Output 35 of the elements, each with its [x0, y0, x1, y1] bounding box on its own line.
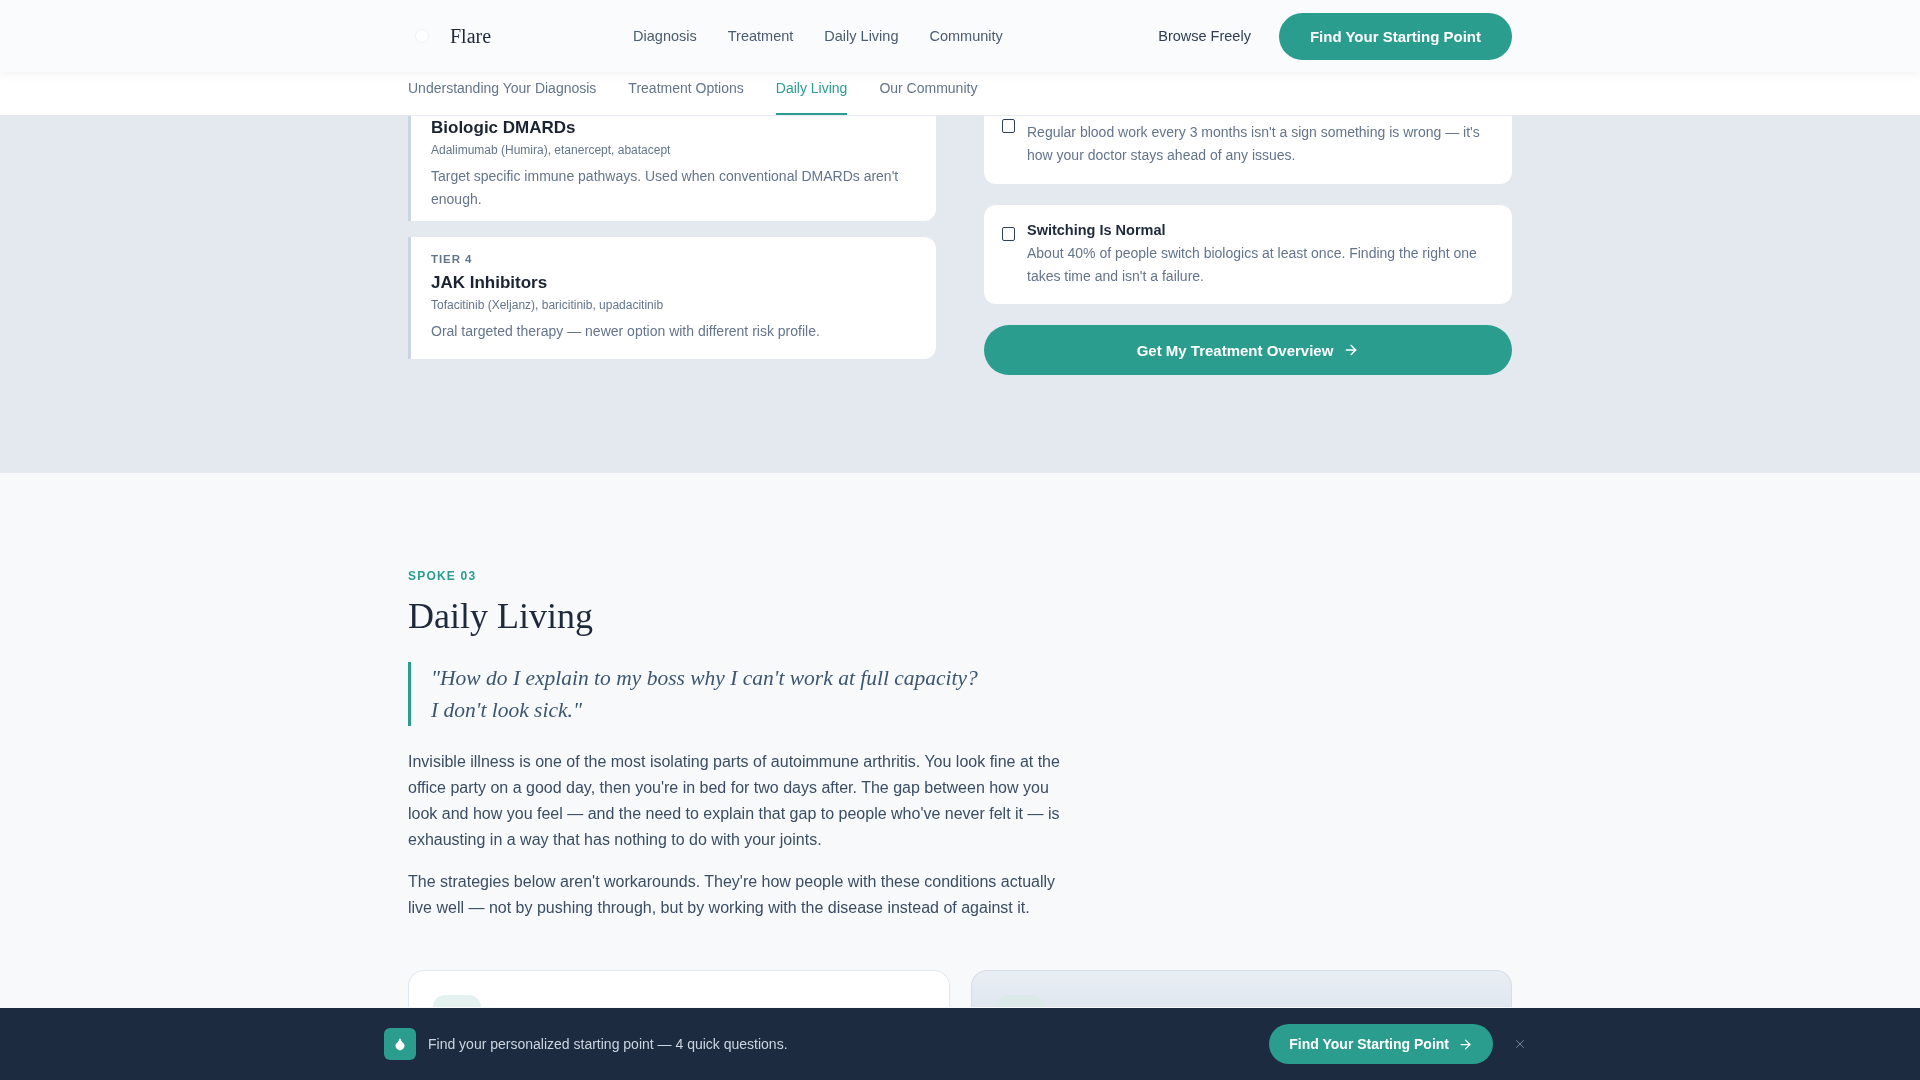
start-button[interactable]: Find Your Starting Point	[1269, 1024, 1493, 1064]
tile-icon	[995, 995, 1044, 1008]
prompt-text: Find your personalized starting point — 4 quick questions.	[428, 1036, 788, 1052]
close-icon	[1513, 1037, 1527, 1051]
tile-icon	[433, 995, 481, 1008]
browse-link[interactable]: Browse Freely	[1158, 28, 1251, 44]
section-tab[interactable]: Treatment Options	[628, 72, 744, 115]
drug-list: Tofacitinib (Xeljanz), baricitinib, upadacitinib	[431, 296, 912, 314]
body-paragraph: Invisible illness is one of the most isolating parts of autoimmune arthritis. You look fine at the office party on a good day, then you're in bed for two days after. The gap between how you look and how you feel — and the need to explain that gap to people who've never felt it — is exhausting in a way that has nothing to do with your joints.	[408, 752, 1061, 851]
section-eyebrow: SPOKE 03	[408, 568, 478, 585]
checklist-description: About 40% of people switch biologics at least once. Finding the right one takes time and isn't a failure.	[1027, 243, 1478, 286]
overview-button[interactable]: Get My Treatment Overview	[984, 325, 1512, 376]
nav-link[interactable]: Daily Living	[824, 28, 899, 44]
tier-description: Target specific immune pathways. Used when conventional DMARDs aren't enough.	[431, 167, 900, 209]
tier-title: Biologic DMARDs	[431, 117, 577, 139]
section-title: Daily Living	[408, 595, 594, 639]
drug-list: Adalimumab (Humira), etanercept, abatacept	[431, 141, 912, 159]
tier-label: TIER 4	[431, 252, 474, 267]
droplet-icon	[384, 1028, 416, 1060]
checkbox[interactable]	[1002, 119, 1015, 133]
tier-description: Oral targeted therapy — newer option with different risk profile.	[431, 322, 821, 341]
checkbox[interactable]	[1002, 226, 1015, 241]
logo-text: Flare	[450, 24, 492, 48]
checklist-description: Regular blood work every 3 months isn't a sign something is wrong — it's how your doctor stays ahead of any issues.	[1027, 123, 1481, 166]
cta-button[interactable]: Find Your Starting Point	[1278, 12, 1512, 60]
pull-quote: "How do I explain to my boss why I can't work at full capacity? I don't look sick."	[408, 662, 1048, 727]
nav-link[interactable]: Community	[929, 28, 1003, 44]
section-tab[interactable]: Understanding Your Diagnosis	[408, 72, 597, 115]
section-tab[interactable]: Our Community	[879, 72, 978, 115]
arrow-right-icon	[1458, 1036, 1473, 1052]
tier-title: JAK Inhibitors	[431, 272, 549, 294]
nav-link[interactable]: Diagnosis	[633, 28, 697, 44]
nav-link[interactable]: Treatment	[727, 28, 794, 44]
checklist-title: Switching Is Normal	[1027, 220, 1167, 240]
body-paragraph: The strategies below aren't workarounds. They're how people with these conditions actually live well — not by pushing through, but by working with the disease instead of against it.	[408, 872, 1057, 919]
